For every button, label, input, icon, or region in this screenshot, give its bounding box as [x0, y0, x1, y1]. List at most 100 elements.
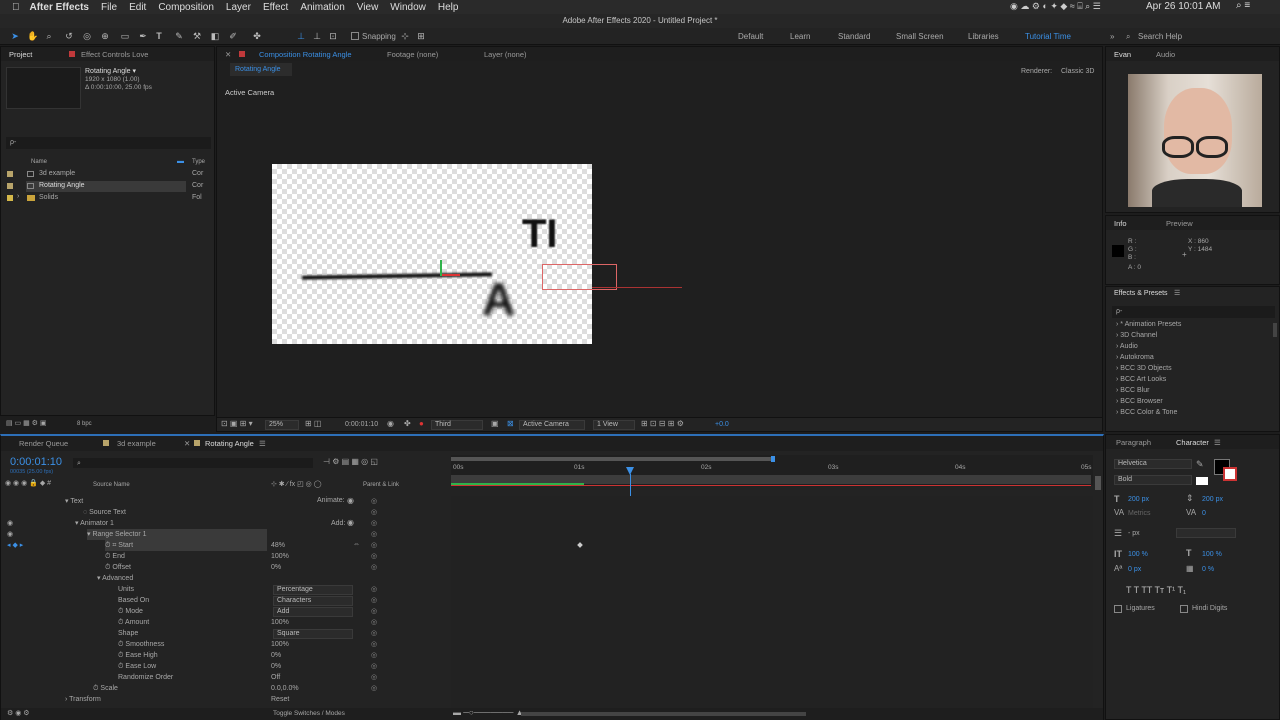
zoom-tool-icon[interactable]: ⌕ — [44, 31, 54, 41]
white-swatch[interactable] — [1196, 477, 1208, 485]
scale-value[interactable]: 0.0,0.0% — [271, 683, 299, 694]
menu-effect[interactable]: Effect — [263, 2, 288, 13]
rotate-tool-icon[interactable]: ↺ — [64, 31, 74, 41]
effects-item-bcc-3d-objects[interactable]: › BCC 3D Objects — [1116, 365, 1172, 372]
renderer-value[interactable]: Classic 3D — [1061, 68, 1094, 75]
menu-layer[interactable]: Layer — [226, 2, 251, 13]
offset-value[interactable]: 0% — [271, 562, 281, 573]
brush-tool-icon[interactable]: ✎ — [174, 31, 184, 41]
stroke-width-value[interactable]: - px — [1128, 530, 1140, 537]
font-family-dropdown[interactable]: Helvetica — [1114, 459, 1192, 469]
view-options-icons[interactable]: ⊞ ⊡ ⊟ ⊞ ⚙ — [641, 419, 684, 428]
prop-transform[interactable]: › Transform — [65, 694, 101, 705]
prop-randomize-order[interactable]: Randomize Order — [118, 672, 173, 683]
menu-help[interactable]: Help — [438, 2, 459, 13]
prop-offset[interactable]: ⏱ Offset — [105, 562, 131, 573]
tracking-value[interactable]: 0 — [1202, 510, 1206, 517]
timeline-menu-icon[interactable]: ☰ — [259, 439, 266, 448]
viewer-timecode[interactable]: 0:00:01:10 — [345, 421, 378, 428]
effects-item-bcc-browser[interactable]: › BCC Browser — [1116, 398, 1163, 405]
keyframe-nav[interactable]: ◂ ◆ ▸ — [7, 540, 23, 551]
gizmo-x-axis[interactable] — [442, 274, 460, 276]
horizontal-scale-value[interactable]: 100 % — [1202, 551, 1222, 558]
vertical-scale-value[interactable]: 100 % — [1128, 551, 1148, 558]
tab-info[interactable]: Info — [1114, 219, 1127, 228]
menu-app[interactable]: After Effects — [30, 2, 89, 13]
show-channel-icon[interactable]: ✤ — [404, 419, 411, 428]
workspace-more-icon[interactable]: » — [1110, 32, 1114, 41]
add-button[interactable]: ◉ — [347, 517, 354, 528]
stroke-color-swatch[interactable] — [1223, 467, 1237, 481]
rectangle-tool-icon[interactable]: ▭ — [120, 31, 130, 41]
selection-tool-icon[interactable]: ➤ — [10, 31, 20, 41]
effects-title[interactable]: Effects & Presets — [1114, 290, 1168, 297]
snap-options2-icon[interactable]: ⊞ — [416, 31, 426, 41]
tab-preview[interactable]: Preview — [1166, 219, 1193, 228]
hindi-digits-checkbox[interactable] — [1180, 605, 1188, 613]
viewer-options-icons[interactable]: ⊡ ▣ ⊞ ▾ — [221, 419, 253, 428]
color-channel-icon[interactable]: ● — [419, 419, 424, 428]
tab-evan[interactable]: Evan — [1114, 50, 1131, 59]
bpc-label[interactable]: 8 bpc — [77, 421, 92, 427]
effects-item-3d-channel[interactable]: › 3D Channel — [1116, 332, 1157, 339]
stroke-style-dropdown[interactable] — [1176, 528, 1236, 538]
timeline-search-input[interactable]: ⌕ — [73, 458, 313, 468]
eye-toggle[interactable]: ◉ — [7, 518, 13, 529]
expression-icons[interactable]: ◎ ◎ ◎ ◎ ◎ ◎ ◎ ◎ ◎ ◎ ◎ ◎ ◎ ◎ ◎ ◎ ◎ — [371, 496, 381, 696]
snapshot-icon[interactable]: ◉ — [387, 419, 394, 428]
animate-button[interactable]: ◉ — [347, 495, 354, 506]
menu-edit[interactable]: Edit — [129, 2, 146, 13]
eyedropper-icon[interactable]: ✎ — [1196, 459, 1204, 470]
amount-value[interactable]: 100% — [271, 617, 289, 628]
workspace-standard[interactable]: Standard — [838, 32, 870, 41]
time-ruler[interactable]: 00s 01s 02s 03s 04s 05s — [451, 455, 1093, 486]
prop-ease-high[interactable]: ⏱ Ease High — [118, 650, 158, 661]
prop-source-text[interactable]: ◌ Source Text — [83, 507, 126, 518]
pen-tool-icon[interactable]: ✒ — [138, 31, 148, 41]
prop-amount[interactable]: ⏱ Amount — [118, 617, 149, 628]
tab-effect-controls[interactable]: Effect Controls Love — [81, 50, 148, 59]
prop-range-selector[interactable]: ▾ Range Selector 1 — [87, 529, 267, 540]
tab-3d-example[interactable]: 3d example — [117, 439, 156, 448]
font-style-dropdown[interactable]: Bold — [1114, 475, 1192, 485]
baseline-value[interactable]: 0 px — [1128, 566, 1141, 573]
pan-behind-tool-icon[interactable]: ⊕ — [100, 31, 110, 41]
zoom-dropdown[interactable]: 25% — [265, 420, 299, 430]
project-item-3d-example[interactable]: 3d example Cor — [1, 169, 216, 180]
views-dropdown[interactable]: 1 View — [593, 420, 635, 430]
effects-item-bcc-blur[interactable]: › BCC Blur — [1116, 387, 1149, 394]
comp-name[interactable]: Rotating Angle ▾ — [85, 67, 136, 75]
prop-end[interactable]: ⏱ End — [105, 551, 125, 562]
prop-mode[interactable]: ⏱ Mode — [118, 606, 143, 617]
type-tool-icon[interactable]: T — [154, 31, 164, 41]
camera-dropdown[interactable]: Active Camera — [519, 420, 585, 430]
tab-rotating-angle[interactable]: Rotating Angle — [205, 439, 254, 448]
project-item-rotating-angle[interactable]: Rotating Angle — [26, 181, 186, 192]
mode-dropdown[interactable]: Add — [273, 607, 353, 617]
keyframe-area[interactable] — [451, 496, 1093, 708]
search-help-input[interactable]: Search Help — [1138, 32, 1182, 41]
prop-ease-low[interactable]: ⏱ Ease Low — [118, 661, 156, 672]
col-name[interactable]: Name — [31, 159, 47, 165]
ease-high-value[interactable]: 0% — [271, 650, 281, 661]
tab-project[interactable]: Project — [9, 50, 32, 59]
apple-icon[interactable]:  — [12, 2, 20, 13]
transparency-grid-icon[interactable]: ⊠ — [507, 419, 514, 428]
col-parent-link[interactable]: Parent & Link — [363, 482, 399, 488]
workspace-default[interactable]: Default — [738, 32, 763, 41]
smoothness-value[interactable]: 100% — [271, 639, 289, 650]
camera-tool-icon[interactable]: ◎ — [82, 31, 92, 41]
col-type[interactable]: Type — [192, 159, 205, 165]
switch-column-icons[interactable]: ⊹ ✱ ∕ fx ◰ ◎ ◯ — [271, 480, 322, 488]
link-icon[interactable]: ⇔ — [353, 539, 360, 550]
eye-toggle[interactable]: ◉ — [7, 529, 13, 540]
hand-tool-icon[interactable]: ✋ — [27, 31, 38, 41]
prop-scale[interactable]: ⏱ Scale — [93, 683, 118, 694]
project-item-solids[interactable]: › Solids Fol — [1, 193, 216, 204]
faux-style-buttons[interactable]: T T TT Tт T¹ T₁ — [1126, 585, 1186, 595]
tab-audio[interactable]: Audio — [1156, 50, 1175, 59]
leading-value[interactable]: 200 px — [1202, 496, 1223, 503]
tab-composition[interactable]: Composition Rotating Angle — [259, 50, 352, 59]
exposure-value[interactable]: +0.0 — [715, 421, 729, 428]
zoom-slider[interactable]: ▬ ─○─────── ▲ — [453, 708, 524, 717]
